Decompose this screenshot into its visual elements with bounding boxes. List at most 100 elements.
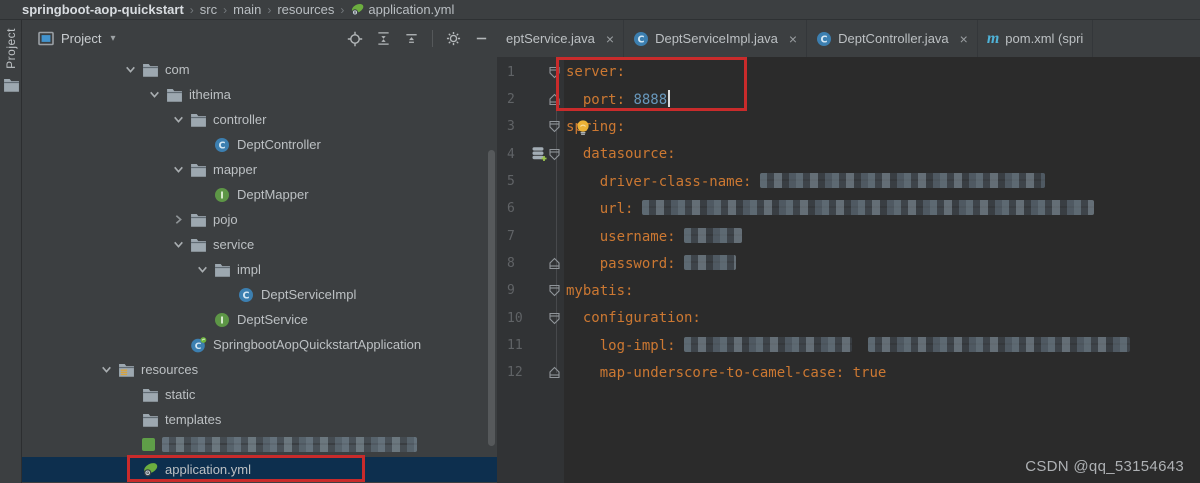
tree-item-DeptMapper[interactable]: I DeptMapper xyxy=(22,182,497,207)
close-icon[interactable]: × xyxy=(606,32,614,46)
code-line-9[interactable]: 9 mybatis: xyxy=(497,277,1200,305)
folder-icon xyxy=(190,232,210,257)
ide-window: springboot-aop-quickstart › src › main › resou… xyxy=(0,0,1200,483)
tree-item-SpringbootAopQuickstartApplication[interactable]: C SpringbootAopQuickstartApplication xyxy=(22,332,497,357)
tree-item-impl[interactable]: impl xyxy=(22,257,497,282)
breadcrumb-item[interactable]: application.yml xyxy=(350,0,454,19)
chevron-down-icon[interactable]: ▾ xyxy=(110,33,115,44)
redacted-value xyxy=(684,254,737,270)
line-number: 5 xyxy=(507,173,515,189)
code-text: url: xyxy=(564,200,1094,217)
code-line-5[interactable]: 5 driver-class-name: xyxy=(497,167,1200,195)
code-line-1[interactable]: 1 server: xyxy=(497,58,1200,86)
code-line-2[interactable]: 2 port: 8888 xyxy=(497,85,1200,113)
code-line-3[interactable]: 3 spring: xyxy=(497,113,1200,141)
editor-tab-bar: eptService.java × C DeptServiceImpl.java × C D… xyxy=(497,20,1200,57)
fold-down-icon[interactable] xyxy=(549,140,564,168)
tab-pom.xml-spri[interactable]: m pom.xml (spri xyxy=(978,20,1094,57)
locate-button[interactable] xyxy=(347,31,363,47)
svg-text:C: C xyxy=(821,34,828,45)
code-line-4[interactable]: 4 datasource: xyxy=(497,140,1200,168)
fold-down-icon[interactable] xyxy=(549,304,564,332)
svg-text:C: C xyxy=(638,34,645,45)
code-token: url: xyxy=(599,201,634,218)
tree-item-label: application.yml xyxy=(165,462,251,477)
breadcrumb-item[interactable]: springboot-aop-quickstart xyxy=(22,0,184,19)
gutter-spacer xyxy=(529,332,549,360)
code-line-12[interactable]: 12 map-underscore-to-camel-case: true xyxy=(497,359,1200,387)
tree-item-DeptServiceImpl[interactable]: C DeptServiceImpl xyxy=(22,282,497,307)
code-text: mybatis: xyxy=(564,283,633,299)
tree-item-label: DeptController xyxy=(237,137,321,152)
code-text: driver-class-name: xyxy=(564,172,1045,190)
tree-item-resources[interactable]: resources xyxy=(22,357,497,382)
tree-item-controller[interactable]: controller xyxy=(22,107,497,132)
fold-down-icon[interactable] xyxy=(549,58,564,86)
fold-down-icon[interactable] xyxy=(549,113,564,141)
chevron-down-icon[interactable] xyxy=(94,357,118,382)
tree-item-mapper[interactable]: mapper xyxy=(22,157,497,182)
chevron-down-icon[interactable] xyxy=(166,232,190,257)
chevron-down-icon[interactable] xyxy=(142,82,166,107)
breadcrumb-item[interactable]: src xyxy=(200,0,217,19)
intention-bulb-icon[interactable] xyxy=(575,119,591,141)
code-line-10[interactable]: 10 configuration: xyxy=(497,304,1200,332)
tree-item-static[interactable]: static xyxy=(22,382,497,407)
code-token: true xyxy=(852,364,887,381)
fold-up-icon[interactable] xyxy=(549,249,564,277)
tree-item-com[interactable]: com xyxy=(22,57,497,82)
folder-icon xyxy=(190,107,210,132)
chevron-right-icon[interactable] xyxy=(166,207,190,232)
close-icon[interactable]: × xyxy=(960,32,968,46)
hide-button[interactable] xyxy=(474,31,489,46)
tree-item-itheima[interactable]: itheima xyxy=(22,82,497,107)
line-number: 10 xyxy=(507,310,523,326)
tree-item-DeptService[interactable]: I DeptService xyxy=(22,307,497,332)
tree-item-pojo[interactable]: pojo xyxy=(22,207,497,232)
tree-item-redacted[interactable] xyxy=(22,432,497,457)
chevron-down-icon[interactable] xyxy=(166,107,190,132)
folder-icon xyxy=(3,77,20,97)
collapse-all-button[interactable] xyxy=(404,31,419,46)
fold-up-icon[interactable] xyxy=(549,359,564,387)
code-editor[interactable]: CSDN @qq_53154643 1 server: 2 port: 8888 3 s… xyxy=(497,57,1200,483)
svg-text:C: C xyxy=(243,290,250,301)
chevron-down-icon[interactable] xyxy=(118,57,142,82)
expand-all-button[interactable] xyxy=(376,31,391,46)
breadcrumb-item[interactable]: resources xyxy=(277,0,335,19)
fold-down-icon[interactable] xyxy=(549,277,564,305)
breadcrumb-item-label: resources xyxy=(277,1,335,17)
code-text: configuration: xyxy=(564,310,701,326)
project-panel-title[interactable]: Project xyxy=(61,31,101,46)
code-line-7[interactable]: 7 username: xyxy=(497,222,1200,250)
tree-item-service[interactable]: service xyxy=(22,232,497,257)
tab-label: eptService.java xyxy=(506,31,595,46)
code-line-11[interactable]: 11 log-impl: xyxy=(497,332,1200,360)
code-line-6[interactable]: 6 url: xyxy=(497,195,1200,223)
fold-up-icon[interactable] xyxy=(549,85,564,113)
chevron-down-icon[interactable] xyxy=(166,157,190,182)
close-icon[interactable]: × xyxy=(789,32,797,46)
tab-DeptController.java[interactable]: C DeptController.java × xyxy=(807,20,978,57)
project-stripe-button[interactable]: Project xyxy=(4,28,18,69)
breadcrumb-separator: › xyxy=(340,2,345,17)
folder-icon xyxy=(142,382,162,407)
tree-item-templates[interactable]: templates xyxy=(22,407,497,432)
settings-button[interactable] xyxy=(446,31,461,46)
project-tool-window: Project ▾ com itheima controller C DeptContr… xyxy=(22,20,497,483)
code-token: datasource: xyxy=(582,146,676,163)
breadcrumb-item[interactable]: main xyxy=(233,0,261,19)
tree-item-DeptController[interactable]: C DeptController xyxy=(22,132,497,157)
tree-item-application.yml[interactable]: application.yml xyxy=(22,457,497,482)
text-cursor xyxy=(668,90,671,108)
tree-scrollbar[interactable] xyxy=(488,150,495,446)
code-line-8[interactable]: 8 password: xyxy=(497,249,1200,277)
chevron-down-icon[interactable] xyxy=(190,257,214,282)
tab-DeptServiceImpl.java[interactable]: C DeptServiceImpl.java × xyxy=(624,20,808,57)
tab-eptService.java[interactable]: eptService.java × xyxy=(497,20,625,57)
